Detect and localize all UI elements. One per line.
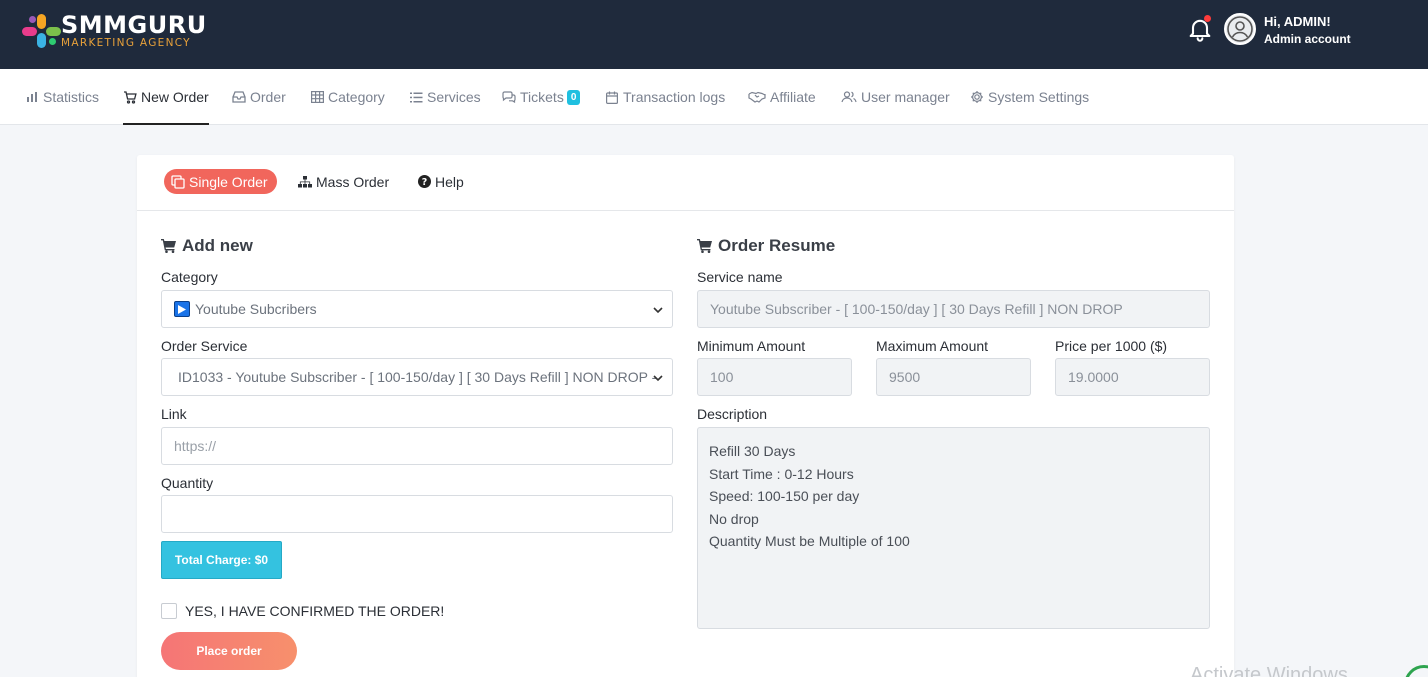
svg-text:?: ?: [421, 177, 427, 188]
handshake-icon: [748, 90, 766, 104]
table-icon: [310, 90, 324, 104]
order-resume-heading: Order Resume: [697, 236, 835, 256]
order-service-label: Order Service: [161, 338, 248, 354]
top-header: SMMGURU MARKETING AGENCY Hi, ADMIN! Admi…: [0, 0, 1428, 69]
cart-icon: [697, 238, 713, 254]
total-charge-button[interactable]: Total Charge: $0: [161, 541, 282, 579]
nav-transaction-logs[interactable]: Transaction logs: [605, 69, 725, 125]
cart-icon: [123, 90, 137, 104]
notification-bell-icon[interactable]: [1186, 15, 1214, 43]
list-icon: [409, 90, 423, 104]
category-select[interactable]: Youtube Subcribers: [161, 290, 673, 328]
user-role: Admin account: [1264, 32, 1351, 46]
quantity-field[interactable]: [161, 495, 673, 533]
place-order-button[interactable]: Place order: [161, 632, 297, 670]
question-icon: ?: [417, 175, 431, 189]
description-line: Start Time : 0-12 Hours: [709, 465, 854, 482]
description-line: Speed: 100-150 per day: [709, 488, 860, 504]
chevron-down-icon: [652, 303, 664, 315]
main-navigation: Statistics New Order Order Category Serv…: [0, 69, 1428, 125]
nav-user-manager[interactable]: User manager: [841, 69, 950, 125]
youtube-play-icon: [174, 301, 190, 317]
bar-chart-icon: [25, 90, 39, 104]
tab-mass-order[interactable]: Mass Order: [298, 169, 389, 194]
minimum-amount-label: Minimum Amount: [697, 338, 806, 354]
gear-icon: [970, 90, 984, 104]
nav-new-order[interactable]: New Order: [123, 69, 209, 125]
sitemap-icon: [298, 175, 312, 189]
nav-label: User manager: [861, 89, 950, 105]
inbox-icon: [232, 90, 246, 104]
nav-label: Statistics: [43, 89, 100, 105]
tab-label: Mass Order: [316, 173, 390, 190]
confirm-order-label: YES, I HAVE CONFIRMED THE ORDER!: [185, 603, 445, 619]
cart-icon: [161, 238, 177, 254]
service-name-field: Youtube Subscriber - [ 100-150/day ] [ 3…: [697, 290, 1210, 328]
maximum-amount-label: Maximum Amount: [876, 338, 989, 354]
nav-statistics[interactable]: Statistics: [25, 69, 99, 125]
user-greeting[interactable]: Hi, ADMIN!: [1264, 14, 1331, 29]
order-tabs: Single Order Mass Order ? Help: [137, 155, 1234, 211]
tab-label: Help: [435, 173, 464, 190]
nav-label: System Settings: [988, 89, 1090, 105]
nav-system-settings[interactable]: System Settings: [970, 69, 1089, 125]
description-line: No drop: [709, 510, 759, 527]
nav-label: Tickets: [520, 89, 564, 105]
link-label: Link: [161, 406, 187, 422]
tab-single-order[interactable]: Single Order: [164, 169, 277, 194]
order-service-select[interactable]: ID1033 - Youtube Subscriber - [ 100-150/…: [161, 358, 673, 396]
nav-label: Category: [328, 89, 385, 105]
maximum-amount-field: 9500: [876, 358, 1031, 396]
nav-category[interactable]: Category: [310, 69, 385, 125]
nav-tickets[interactable]: Tickets 0: [502, 69, 581, 125]
floating-chat-button[interactable]: [1404, 665, 1428, 677]
notification-dot: [1204, 15, 1211, 22]
price-per-1000-field: 19.0000: [1055, 358, 1210, 396]
nav-services[interactable]: Services: [409, 69, 481, 125]
order-service-selected-value: ID1033 - Youtube Subscriber - [ 100-150/…: [178, 369, 657, 385]
confirm-order-checkbox[interactable]: [161, 603, 177, 619]
order-card: Single Order Mass Order ? Help Add new C…: [137, 155, 1234, 677]
brand-tagline: MARKETING AGENCY: [61, 37, 191, 50]
activate-windows-watermark: Activate Windows: [1190, 664, 1348, 677]
description-label: Description: [697, 406, 768, 422]
link-field[interactable]: [161, 427, 673, 465]
logo-mark-icon: [22, 14, 61, 48]
chevron-down-icon: [652, 371, 664, 383]
copy-icon: [171, 174, 185, 189]
users-icon: [841, 90, 857, 104]
chat-icon: [502, 90, 516, 104]
tab-label: Single Order: [189, 173, 268, 190]
quantity-label: Quantity: [161, 475, 214, 491]
calendar-icon: [605, 90, 619, 104]
nav-affiliate[interactable]: Affiliate: [748, 69, 816, 125]
description-line: Quantity Must be Multiple of 100: [709, 533, 910, 549]
nav-order[interactable]: Order: [232, 69, 286, 125]
tab-help[interactable]: ? Help: [417, 169, 464, 194]
tickets-count-badge: 0: [566, 89, 581, 105]
nav-label: Services: [427, 89, 481, 105]
minimum-amount-field: 100: [697, 358, 852, 396]
add-new-heading: Add new: [161, 236, 253, 256]
nav-label: New Order: [141, 89, 209, 105]
user-avatar[interactable]: [1224, 13, 1256, 45]
description-line: Refill 30 Days: [709, 443, 796, 459]
category-label: Category: [161, 269, 218, 285]
brand-name: SMMGURU: [61, 11, 207, 40]
price-per-1000-label: Price per 1000 ($): [1055, 338, 1168, 354]
description-box: Refill 30 Days Start Time : 0-12 Hours S…: [697, 427, 1210, 629]
nav-label: Transaction logs: [623, 89, 726, 105]
service-name-label: Service name: [697, 269, 783, 285]
confirm-order-row[interactable]: YES, I HAVE CONFIRMED THE ORDER!: [161, 603, 444, 619]
brand-logo[interactable]: SMMGURU MARKETING AGENCY: [22, 11, 207, 50]
category-selected-value: Youtube Subcribers: [195, 301, 317, 317]
quantity-input[interactable]: [174, 506, 660, 522]
nav-label: Affiliate: [770, 89, 816, 105]
nav-label: Order: [250, 89, 286, 105]
link-input[interactable]: [174, 438, 660, 454]
